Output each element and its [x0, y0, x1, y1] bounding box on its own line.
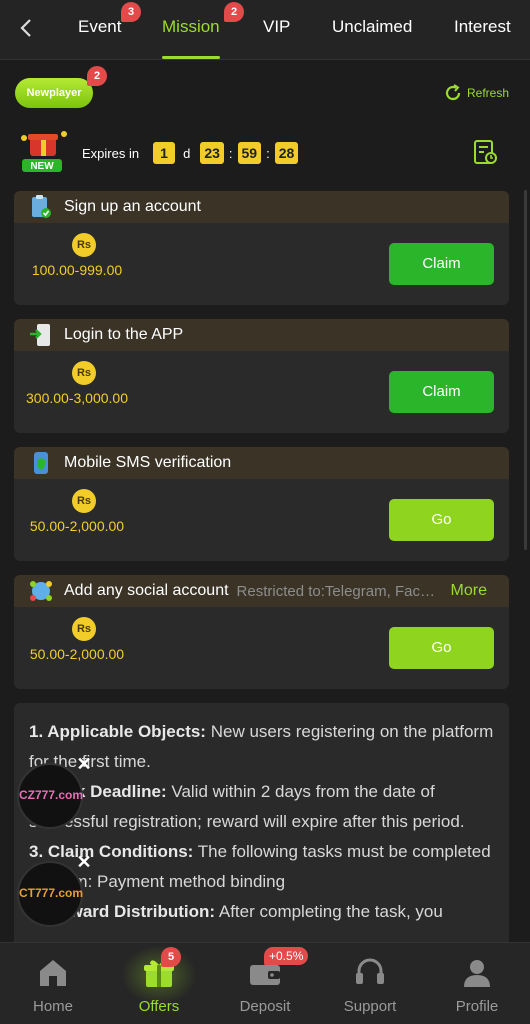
task-card-social: Add any social account Restricted to:Tel… [14, 575, 509, 689]
refresh-button[interactable]: Refresh [443, 83, 509, 103]
more-link[interactable]: More [451, 582, 487, 600]
countdown-days: 1 [153, 142, 176, 164]
expires-label: Expires in [82, 145, 140, 161]
svg-text:NEW: NEW [30, 161, 54, 172]
rule-item: 2. Task Deadline: Valid within 2 days fr… [29, 782, 465, 831]
countdown-minutes: 59 [237, 142, 262, 164]
task-card-header: Sign up an account [14, 191, 509, 223]
expires-countdown: Expires in 1 d 23 : 59 : 28 [82, 141, 299, 165]
task-reward: 300.00-3,000.00 [26, 390, 128, 406]
tab-mission-badge: 2 [224, 2, 244, 22]
nav-label: Deposit [239, 998, 291, 1015]
rupee-coin-icon: Rs [72, 361, 96, 385]
task-title: Add any social account [64, 582, 229, 599]
rule-item: 4. Reward Distribution: After completing… [29, 902, 443, 921]
phone-login-icon [30, 324, 50, 346]
nav-label: Profile [455, 998, 499, 1015]
tab-unclaimed[interactable]: Unclaimed [332, 17, 412, 37]
nav-support[interactable]: Support [320, 943, 420, 1024]
task-title: Sign up an account [64, 198, 201, 215]
deposit-bonus-badge: +0.5% [264, 947, 309, 965]
nav-label: Home [32, 998, 73, 1015]
day-unit: d [183, 145, 191, 161]
time-separator: : [228, 145, 233, 161]
task-history-icon[interactable] [472, 138, 498, 166]
close-icon[interactable]: ✕ [73, 851, 95, 873]
new-gift-icon: NEW [18, 126, 74, 176]
newplayer-badge: 2 [87, 66, 107, 86]
task-card-sms: Mobile SMS verification Rs 50.00-2,000.0… [14, 447, 509, 561]
nav-profile[interactable]: Profile [427, 943, 527, 1024]
nav-home[interactable]: Home [3, 943, 103, 1024]
back-chevron-icon[interactable] [14, 14, 40, 42]
tab-vip[interactable]: VIP [263, 17, 290, 37]
offers-badge: 5 [161, 947, 181, 967]
ct777-logo: CT777.com [19, 886, 84, 900]
cz777-logo: CZ777.com [19, 788, 84, 802]
refresh-label: Refresh [467, 86, 510, 100]
time-separator: : [266, 145, 270, 161]
rule-item: 3. Claim Conditions: The following tasks… [29, 842, 491, 891]
rupee-coin-icon: Rs [72, 233, 96, 257]
phone-shield-icon [34, 452, 48, 474]
rupee-coin-icon: Rs [72, 489, 96, 513]
home-icon [40, 960, 66, 986]
rules-text: 1. Applicable Objects: New users registe… [14, 703, 509, 953]
close-icon[interactable]: ✕ [73, 753, 95, 775]
claim-button[interactable]: Claim [389, 243, 494, 285]
task-restriction: Restricted to:Telegram, Facebook [236, 582, 442, 600]
task-card-header: Login to the APP [14, 319, 509, 351]
top-tab-bar: Event 3 Mission 2 VIP Unclaimed Interest [0, 0, 530, 60]
nav-label: Offers [138, 998, 180, 1015]
task-card-header: Mobile SMS verification [14, 447, 509, 479]
task-reward: 100.00-999.00 [31, 262, 123, 278]
rule-item: 1. Applicable Objects: New users registe… [29, 722, 494, 771]
claim-button[interactable]: Claim [389, 371, 494, 413]
floating-ad-ct777[interactable]: CT777.com ✕ [17, 852, 92, 927]
go-button[interactable]: Go [389, 499, 494, 541]
newplayer-filter-button[interactable]: Newplayer [15, 78, 93, 108]
tab-interest[interactable]: Interest [454, 17, 511, 37]
social-globe-icon [30, 581, 52, 601]
user-icon [464, 960, 490, 987]
task-reward: 50.00-2,000.00 [29, 518, 125, 534]
clipboard-check-icon [32, 195, 51, 218]
scrollbar[interactable] [524, 190, 527, 550]
floating-ad-cz777[interactable]: CZ777.com ✕ [17, 754, 92, 829]
task-card-signup: Sign up an account Rs 100.00-999.00 Clai… [14, 191, 509, 305]
task-title: Mobile SMS verification [64, 454, 232, 471]
bottom-navigation: Home Offers 5 Deposit +0.5% Support Prof… [0, 942, 530, 1024]
countdown-seconds: 28 [274, 142, 299, 164]
tab-mission[interactable]: Mission [162, 17, 220, 37]
tab-event-badge: 3 [121, 2, 141, 22]
task-reward: 50.00-2,000.00 [29, 646, 125, 662]
task-card-login: Login to the APP Rs 300.00-3,000.00 Clai… [14, 319, 509, 433]
refresh-icon [445, 84, 461, 101]
tab-event[interactable]: Event [78, 17, 121, 37]
active-tab-indicator [162, 56, 220, 59]
task-card-header: Add any social account Restricted to:Tel… [14, 575, 509, 607]
go-button[interactable]: Go [389, 627, 494, 669]
task-title: Login to the APP [64, 326, 184, 343]
nav-label: Support [343, 998, 397, 1015]
nav-offers[interactable]: Offers [109, 943, 209, 1024]
rupee-coin-icon: Rs [72, 617, 96, 641]
headset-icon [356, 958, 384, 984]
countdown-hours: 23 [200, 142, 224, 164]
